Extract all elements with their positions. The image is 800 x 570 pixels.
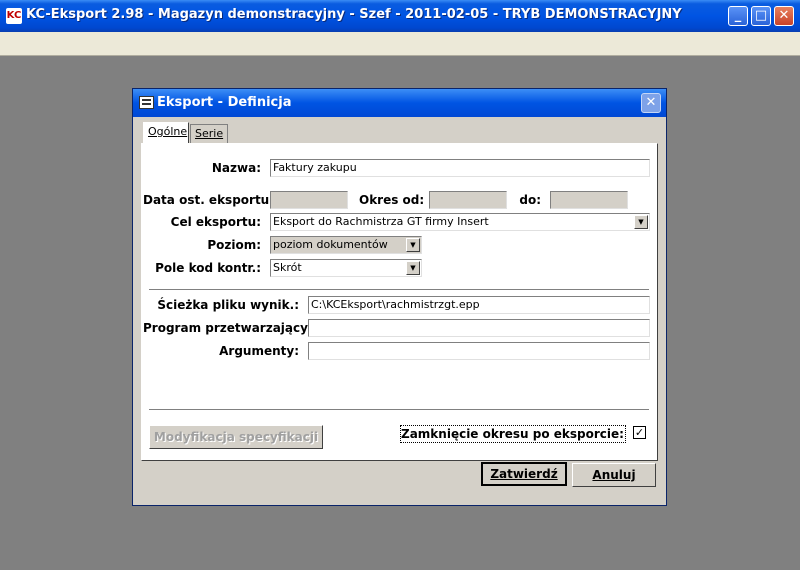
- data-ost-eksportu-field: [270, 191, 348, 209]
- tab-ogolne[interactable]: Ogólne: [143, 122, 189, 144]
- separator: [149, 409, 649, 411]
- dialog-titlebar[interactable]: Eksport - Definicja ✕: [133, 89, 666, 117]
- zatwierdz-button[interactable]: Zatwierdź: [481, 462, 567, 486]
- dialog-close-button[interactable]: ✕: [641, 93, 661, 113]
- dialog-title: Eksport - Definicja: [157, 95, 292, 110]
- poziom-value: poziom dokumentów: [273, 238, 388, 251]
- zatwierdz-label: Zatwierdź: [490, 467, 558, 481]
- checkmark-icon: ✓: [634, 426, 645, 439]
- cel-eksportu-select[interactable]: Eksport do Rachmistrza GT firmy Insert ▼: [270, 213, 650, 231]
- chevron-down-icon[interactable]: ▼: [634, 215, 648, 229]
- tab-label: Ogólne: [148, 125, 188, 138]
- okres-od-field: [429, 191, 507, 209]
- nazwa-label: Nazwa:: [211, 161, 261, 175]
- sciezka-label: Ścieżka pliku wynik.:: [157, 298, 299, 312]
- app-icon: KC: [6, 8, 22, 24]
- menu-bar: [0, 32, 800, 56]
- anuluj-button[interactable]: Anuluj: [572, 463, 656, 487]
- poziom-label: Poziom:: [207, 238, 261, 252]
- pole-kod-kontr-select[interactable]: Skrót ▼: [270, 259, 422, 277]
- tab-label: Serie: [195, 127, 224, 140]
- close-button[interactable]: ✕: [774, 6, 794, 26]
- export-definition-dialog: Eksport - Definicja ✕ Ogólne Serie Nazwa…: [132, 88, 667, 506]
- minimize-button[interactable]: _: [728, 6, 748, 26]
- main-titlebar[interactable]: KC KC-Eksport 2.98 - Magazyn demonstracy…: [0, 0, 800, 32]
- nazwa-input[interactable]: Faktury zakupu: [270, 159, 650, 177]
- cel-eksportu-label: Cel eksportu:: [170, 215, 261, 229]
- modyfikacja-specyfikacji-button[interactable]: Modyfikacja specyfikacji: [149, 425, 323, 449]
- program-label: Program przetwarzający:: [143, 321, 313, 335]
- argumenty-label: Argumenty:: [219, 344, 299, 358]
- close-icon: ✕: [778, 8, 790, 23]
- maximize-icon: □: [754, 8, 768, 23]
- okres-do-label: do:: [519, 193, 541, 207]
- data-ost-eksportu-label: Data ost. eksportu:: [143, 193, 275, 207]
- window-title: KC-Eksport 2.98 - Magazyn demonstracyjny…: [26, 7, 682, 22]
- maximize-button[interactable]: □: [751, 6, 771, 26]
- program-input[interactable]: [308, 319, 650, 337]
- close-icon: ✕: [645, 95, 657, 110]
- zamkniecie-okresu-checkbox[interactable]: ✓: [633, 426, 646, 439]
- chevron-down-icon[interactable]: ▼: [406, 261, 420, 275]
- pole-kod-kontr-value: Skrót: [273, 261, 302, 274]
- separator: [149, 289, 649, 291]
- chevron-down-icon: ▼: [406, 238, 420, 252]
- poziom-select: poziom dokumentów ▼: [270, 236, 422, 254]
- okres-od-label: Okres od:: [359, 193, 425, 207]
- okres-do-field: [550, 191, 628, 209]
- zamkniecie-okresu-label[interactable]: Zamknięcie okresu po eksporcie:: [400, 425, 626, 443]
- sciezka-input[interactable]: C:\KCEksport\rachmistrzgt.epp: [308, 296, 650, 314]
- minimize-icon: _: [734, 8, 742, 23]
- cel-eksportu-value: Eksport do Rachmistrza GT firmy Insert: [273, 215, 489, 228]
- dialog-icon: [139, 96, 154, 109]
- anuluj-label: Anuluj: [592, 468, 636, 482]
- tab-serie[interactable]: Serie: [190, 124, 228, 144]
- pole-kod-kontr-label: Pole kod kontr.:: [155, 261, 261, 275]
- argumenty-input[interactable]: [308, 342, 650, 360]
